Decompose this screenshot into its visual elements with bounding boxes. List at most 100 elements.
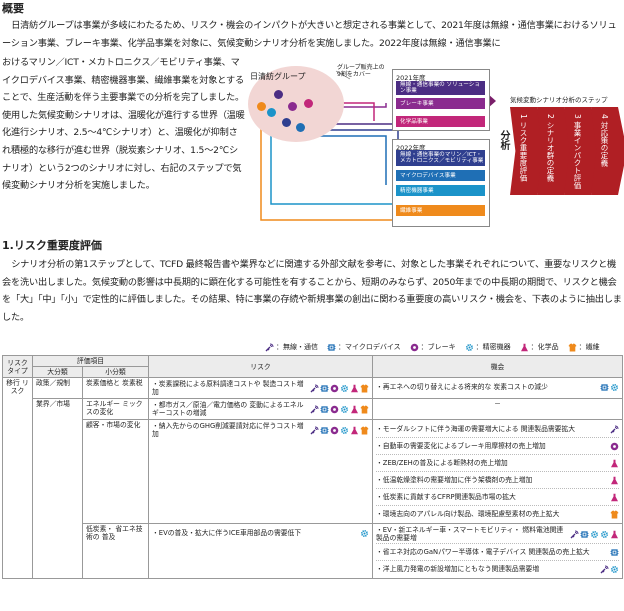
risks-entry: ・炭素課税による原料調達コストや 製造コスト増加 <box>152 379 369 397</box>
risks-entry: ・EVの普及・拡大に伴うICE車用部品の需要低下 <box>152 525 369 541</box>
microdevice-icon <box>320 384 329 392</box>
table-row: 業界／市場 エネルギー ミックスの変化 ・都市ガス／原油／電力価格の 変動によるエネ… <box>3 398 623 579</box>
gear-icon <box>611 383 618 391</box>
wireless-icon <box>310 384 319 392</box>
legend-label: ：精密機器 <box>475 343 511 351</box>
legend-item: ：ブレーキ <box>409 342 456 352</box>
table-row: 低炭素・ 省エネ技術の 普及 ・EVの普及・拡大に伴うICE車用部品の需要低下 ・E… <box>3 523 623 579</box>
header-risk-type: リスク タイプ <box>2 355 33 378</box>
steps-title: 気候変動シナリオ分析のステップ <box>510 96 608 104</box>
textile-icon <box>568 343 577 351</box>
risk-cell: ・炭素課税による原料調達コストや 製造コスト増加 <box>148 377 373 399</box>
minor-cell: エネルギー ミックスの変化 <box>82 398 149 420</box>
opps-entry: ・洋上風力発電の新設増加にともなう関連製品需要増 <box>376 561 619 577</box>
legend-label: ：マイクロデバイス <box>338 343 401 351</box>
seg-2022-microdevice: マイクロデバイス事業 <box>396 170 485 181</box>
opps-entry: ・低温乾燥塗料の需要増加に伴う架橋剤の売上増加 <box>376 472 619 489</box>
opps-entry: ・自動車の需要変化によるブレーキ用摩擦材の売上増加 <box>376 438 619 455</box>
opps-entry: ・低炭素に貢献するCFRP関連製品市場の拡大 <box>376 489 619 506</box>
overview-left-text: おけるマリン／ICT・メカトロニクス／モビリティ事業、マイクロデバイス事業、精密… <box>2 57 245 192</box>
flask-icon <box>611 493 618 501</box>
minor-cell: 低炭素・ 省エネ技術の 普及 <box>82 523 149 579</box>
legend-label: ：化学品 <box>530 343 559 351</box>
dot-wireless <box>274 90 283 99</box>
business-legend: ：無線・通信 ：マイクロデバイス ：ブレーキ ：精密機器 ：化学品 ：繊維 <box>264 342 600 352</box>
brake-icon <box>330 426 339 434</box>
flask-icon <box>520 343 528 351</box>
microdevice-icon <box>580 530 589 538</box>
seg-2021-chemical: 化学品事業 <box>396 116 485 127</box>
group-label: 日清紡グループ <box>250 72 306 81</box>
gear-icon <box>341 426 348 434</box>
wireless-icon <box>310 426 319 434</box>
brake-icon <box>330 405 339 413</box>
risk-cell: ・EVの普及・拡大に伴うICE車用部品の需要低下 <box>148 523 373 579</box>
risk-table: リスク タイプ 評価項目 リスク 機会 大分類 小分類 移行 リスク 政策／規制炭… <box>2 355 623 579</box>
flask-icon <box>351 426 358 434</box>
header-opportunity: 機会 <box>372 355 623 378</box>
coverage-callout: グループ販売上の9割をカバー <box>337 64 385 78</box>
legend-item: ：マイクロデバイス <box>326 342 401 352</box>
section1-heading: 1.リスク重要度評価 <box>2 239 102 252</box>
dot-microdevice <box>296 123 305 132</box>
opps-entry: ・環境志向のアパレル向け製品、環境配慮型素材の売上拡大 <box>376 506 619 522</box>
header-eval-item: 評価項目 <box>32 355 149 367</box>
microdevice-icon <box>320 426 329 434</box>
microdevice-icon <box>610 548 619 556</box>
analysis-label: 分析 <box>498 130 509 150</box>
seg-2022-precision: 精密機器事業 <box>396 185 485 196</box>
opps-entry: ・再エネへの切り替えによる将来的な 炭素コストの減少 <box>376 379 619 395</box>
brake-icon <box>410 343 418 351</box>
legend-item: ：化学品 <box>519 342 559 352</box>
dot-precision <box>267 108 276 117</box>
gear-icon <box>611 565 618 573</box>
wireless-icon <box>600 565 609 573</box>
wireless-icon <box>265 343 274 351</box>
gear-icon <box>341 384 348 392</box>
wireless-icon <box>610 425 619 433</box>
dot-chemical <box>304 99 313 108</box>
legend-item: ：無線・通信 <box>264 342 318 352</box>
opps-entry: ・EV・新エネルギー車・スマートモビリティ・ 燃料電池関連製品の需要増 <box>376 525 619 544</box>
legend-item: ：繊維 <box>567 342 600 352</box>
opps-entry: ・モーダルシフトに伴う海運の需要増大による 関連製品需要拡大 <box>376 421 619 438</box>
overview-heading: 概要 <box>2 2 24 15</box>
brake-icon <box>610 442 619 450</box>
gear-icon <box>361 529 368 537</box>
legend-item: ：精密機器 <box>464 342 511 352</box>
minor-cell: 顧客・市場の変化 <box>82 419 149 524</box>
table-row: 顧客・市場の変化 ・納入先からのGHG削減要請対応に伴うコスト増加 ・モーダルシフト… <box>3 419 623 524</box>
minor-cell: 炭素価格と 炭素税 <box>82 377 149 399</box>
flask-icon <box>611 476 618 484</box>
wireless-icon <box>310 405 319 413</box>
flask-icon <box>351 405 358 413</box>
opps-entry: ・ZEB/ZEHの普及による断熱材の売上増加 <box>376 455 619 472</box>
flask-icon <box>611 530 618 538</box>
table-row: 移行 リスク 政策／規制 炭素価格と 炭素税 ・炭素課税による原料調達コストや 製造コ… <box>2 377 623 579</box>
risks-entry: ・都市ガス／原油／電力価格の 変動によるエネルギーコストの増減 <box>152 400 369 418</box>
overview-intro: 日清紡グループは事業が多岐にわたるため、リスク・機会のインパクトが大きいと想定さ… <box>2 20 617 49</box>
gear-icon <box>341 405 348 413</box>
header-minor: 小分類 <box>82 366 149 378</box>
dot-marine <box>282 118 291 127</box>
major-cell: 政策／規制 <box>32 377 83 399</box>
seg-2022-marine: 無線・通信事業のマリン／ICT・ メカトロニクス／モビリティ事業 <box>396 150 485 166</box>
legend-label: ：ブレーキ <box>420 343 456 351</box>
legend-label: ：繊維 <box>578 343 600 351</box>
risk-cell: ・納入先からのGHG削減要請対応に伴うコスト増加 <box>148 419 373 524</box>
textile-icon <box>360 405 369 413</box>
opportunity-cell: ・モーダルシフトに伴う海運の需要増大による 関連製品需要拡大 ・自動車の需要変化に… <box>372 419 623 524</box>
opportunity-cell: ・再エネへの切り替えによる将来的な 炭素コストの減少 <box>372 377 623 399</box>
textile-icon <box>360 384 369 392</box>
risks-entry: ・納入先からのGHG削減要請対応に伴うコスト増加 <box>152 421 369 439</box>
opps-entry: ・省エネ対応のGaNパワー半導体・電子デバイス 関連製品の売上拡大 <box>376 544 619 561</box>
risk-type-cell: 移行 リスク <box>2 377 33 579</box>
seg-2021-brake: ブレーキ事業 <box>396 98 485 109</box>
textile-icon <box>360 426 369 434</box>
microdevice-icon <box>600 383 609 391</box>
risk-cell: ・都市ガス／原油／電力価格の 変動によるエネルギーコストの増減 <box>148 398 373 420</box>
brake-icon <box>330 384 339 392</box>
gear-icon <box>601 530 608 538</box>
opportunity-cell: ・EV・新エネルギー車・スマートモビリティ・ 燃料電池関連製品の需要増 ・省エネ対… <box>372 523 623 579</box>
flask-icon <box>351 384 358 392</box>
